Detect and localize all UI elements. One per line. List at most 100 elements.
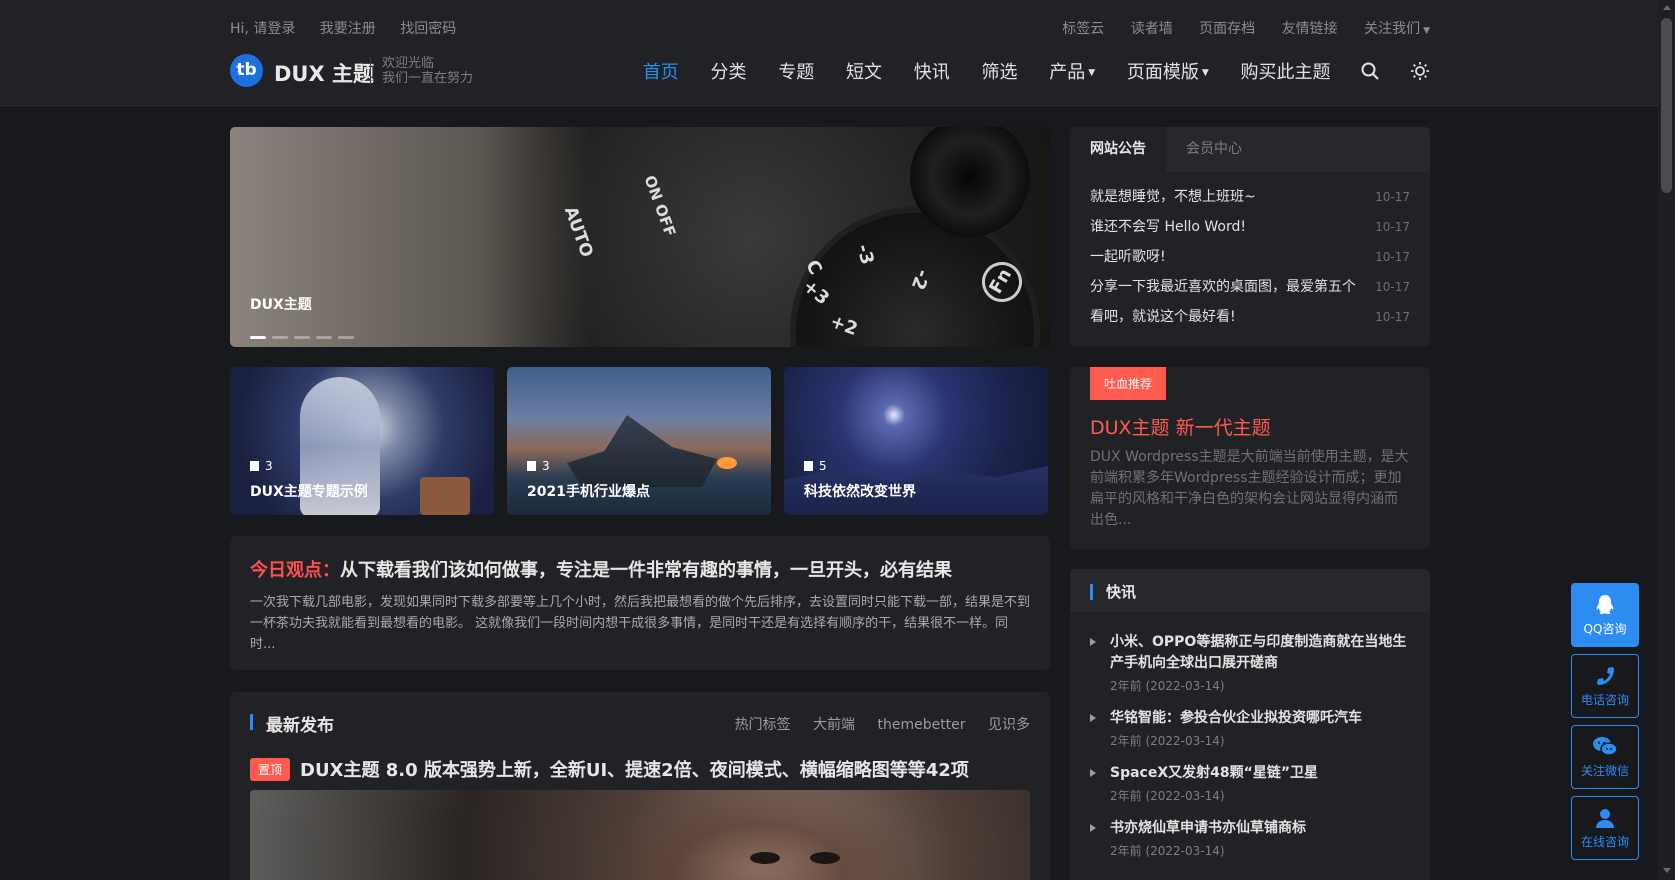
nav-short-posts[interactable]: 短文 [846,58,882,84]
follow-us-menu[interactable]: 关注我们 ▼ [1342,21,1430,37]
viewpoint-label: 今日观点： [250,560,340,581]
logo-divider [370,57,371,85]
chevron-down-icon: ▼ [1423,26,1430,36]
topic-image-ship [567,415,717,487]
site-name[interactable]: DUX 主题 [274,58,374,88]
flash-date: 2年前 (2022-03-14) [1110,734,1225,748]
sticky-post-thumbnail[interactable] [250,790,1030,880]
notice-date: 10-17 [1375,310,1410,324]
latest-tag-links: 热门标签 大前端 themebetter 见识多 [717,714,1030,734]
nav-home[interactable]: 首页 [643,58,679,84]
forgot-password-link[interactable]: 找回密码 [400,21,476,37]
notice-list: 就是想睡觉，不想上班班~ 10-17 谁还不会写 Hello Word! 10-17… [1070,172,1430,342]
flash-date: 2年前 (2022-03-14) [1110,844,1225,858]
topic-count: 3 [250,459,273,473]
topic-card[interactable]: 3 2021手机行业爆点 [507,367,771,515]
tab-member-center[interactable]: 会员中心 [1166,127,1262,172]
scroll-up-arrow-icon[interactable] [1663,5,1671,10]
qq-consult-label: QQ咨询 [1583,622,1627,636]
sticky-post-title[interactable]: 置顶 DUX主题 8.0 版本强势上新，全新UI、提速2倍、夜间模式、横幅缩略图等… [250,756,969,782]
viewpoint-title[interactable]: 今日观点：从下载看我们该如何做事，专注是一件非常有趣的事情，一旦开头，必有结果 [250,556,1030,582]
slider-caption[interactable]: DUX主题 [250,294,312,314]
slider-dot[interactable] [250,336,266,339]
notice-date: 10-17 [1375,250,1410,264]
nav-page-templates[interactable]: 页面模版 ▼ [1127,58,1209,84]
slider-dot[interactable] [272,336,288,339]
bookmark-icon [250,461,259,471]
notice-item[interactable]: 就是想睡觉，不想上班班~ 10-17 [1090,182,1410,212]
nav-flash[interactable]: 快讯 [914,58,950,84]
slider-pagination [250,324,360,343]
tag-cloud-link[interactable]: 标签云 [1040,21,1104,37]
topic-title[interactable]: 科技依然改变世界 [804,481,916,501]
notice-date: 10-17 [1375,220,1410,234]
theme-toggle-sun-icon[interactable] [1410,61,1430,81]
site-logo[interactable]: tb [230,54,263,87]
viewpoint-title-text: 从下载看我们该如何做事，专注是一件非常有趣的事情，一旦开头，必有结果 [340,560,952,581]
archive-link[interactable]: 页面存档 [1177,21,1255,37]
nav-topics[interactable]: 专题 [778,58,814,84]
nav-category[interactable]: 分类 [711,58,747,84]
nav-filter[interactable]: 筛选 [981,58,1017,84]
flash-title[interactable]: SpaceX又发射48颗“星链”卫星 [1110,763,1410,784]
recommend-widget[interactable]: 吐血推荐 DUX主题 新一代主题 DUX Wordpress主题是大前端当前使用… [1070,367,1430,549]
notice-item[interactable]: 分享一下我最近喜欢的桌面图，最爱第五个 10-17 [1090,272,1410,302]
tag-link[interactable]: 热门标签 [717,717,791,733]
online-consult-button[interactable]: 在线咨询 [1571,796,1639,860]
flash-title[interactable]: 小米、OPPO等据称正与印度制造商就在当地生产手机向全球出口展开磋商 [1110,632,1410,674]
nav-buy-theme[interactable]: 购买此主题 [1241,58,1331,84]
flash-item[interactable]: 小米、OPPO等据称正与印度制造商就在当地生产手机向全球出口展开磋商 2年前 (… [1090,632,1410,694]
sticky-post-title-text: DUX主题 8.0 版本强势上新，全新UI、提速2倍、夜间模式、横幅缩略图等等4… [300,760,969,781]
flash-item[interactable]: SpaceX又发射48颗“星链”卫星 2年前 (2022-03-14) [1090,763,1410,804]
slogan-line-1: 欢迎光临 [382,56,435,71]
hero-slider[interactable]: AUTO ON OFF C -3 -2 +3 +2 Fn DUX主题 [230,127,1050,347]
notice-widget: 网站公告 会员中心 就是想睡觉，不想上班班~ 10-17 谁还不会写 Hello W… [1070,127,1430,347]
scroll-down-arrow-icon[interactable] [1663,868,1671,873]
latest-posts: 最新发布 热门标签 大前端 themebetter 见识多 置顶 DUX主题 8.… [230,692,1050,880]
notice-tabs: 网站公告 会员中心 [1070,127,1430,172]
topic-title[interactable]: DUX主题专题示例 [250,481,368,501]
flash-header: 快讯 [1070,569,1430,612]
topic-image-object [420,477,470,515]
notice-item[interactable]: 谁还不会写 Hello Word! 10-17 [1090,212,1410,242]
today-viewpoint[interactable]: 今日观点：从下载看我们该如何做事，专注是一件非常有趣的事情，一旦开头，必有结果 … [230,536,1050,670]
bookmark-icon [527,461,536,471]
scrollbar-thumb[interactable] [1661,18,1672,193]
topic-card[interactable]: 3 DUX主题专题示例 [230,367,494,515]
flash-title[interactable]: 华铭智能：参投合伙企业拟投资哪吒汽车 [1110,708,1410,729]
tag-link[interactable]: 见识多 [970,717,1030,733]
nav-products[interactable]: 产品 ▼ [1049,58,1095,84]
qq-consult-button[interactable]: QQ咨询 [1571,583,1639,647]
online-consult-label: 在线咨询 [1580,835,1629,849]
flash-item[interactable]: 华铭智能：参投合伙企业拟投资哪吒汽车 2年前 (2022-03-14) [1090,708,1410,749]
flash-item[interactable]: 书亦烧仙草申请书亦仙草铺商标 2年前 (2022-03-14) [1090,818,1410,859]
wechat-follow-button[interactable]: 关注微信 [1571,725,1639,789]
login-link[interactable]: Hi, 请登录 [230,21,315,37]
flash-title[interactable]: 书亦烧仙草申请书亦仙草铺商标 [1110,818,1410,839]
slider-dot[interactable] [294,336,310,339]
recommend-title[interactable]: DUX主题 新一代主题 [1090,413,1271,440]
site-header: Hi, 请登录 我要注册 找回密码 标签云 读者墙 页面存档 友情链接 关注我们… [0,0,1658,106]
notice-date: 10-17 [1375,280,1410,294]
topic-cards: 3 DUX主题专题示例 3 2021手机行业爆点 5 科技依然改变世界 [230,367,1050,515]
wechat-follow-label: 关注微信 [1580,764,1629,778]
dial-label: ON OFF [640,172,680,240]
notice-item[interactable]: 看吧，就说这个最好看! 10-17 [1090,302,1410,332]
search-icon[interactable] [1360,61,1380,81]
tag-link[interactable]: 大前端 [795,717,855,733]
register-link[interactable]: 我要注册 [320,21,396,37]
topic-count: 5 [804,459,827,473]
tag-link[interactable]: themebetter [859,717,965,733]
slider-dot[interactable] [316,336,332,339]
topic-card[interactable]: 5 科技依然改变世界 [784,367,1048,515]
page-scrollbar[interactable] [1658,0,1675,880]
slider-dot[interactable] [338,336,354,339]
top-bar: Hi, 请登录 我要注册 找回密码 标签云 读者墙 页面存档 友情链接 关注我们… [230,18,1430,37]
topic-title[interactable]: 2021手机行业爆点 [527,481,650,501]
tab-site-notice[interactable]: 网站公告 [1070,127,1166,172]
viewpoint-excerpt: 一次我下载几部电影，发现如果同时下载多部要等上几个小时，然后我把最想看的做个先后… [250,595,1031,652]
notice-item[interactable]: 一起听歌呀! 10-17 [1090,242,1410,272]
readers-wall-link[interactable]: 读者墙 [1109,21,1173,37]
phone-consult-button[interactable]: 电话咨询 [1571,654,1639,718]
friend-links-link[interactable]: 友情链接 [1260,21,1338,37]
